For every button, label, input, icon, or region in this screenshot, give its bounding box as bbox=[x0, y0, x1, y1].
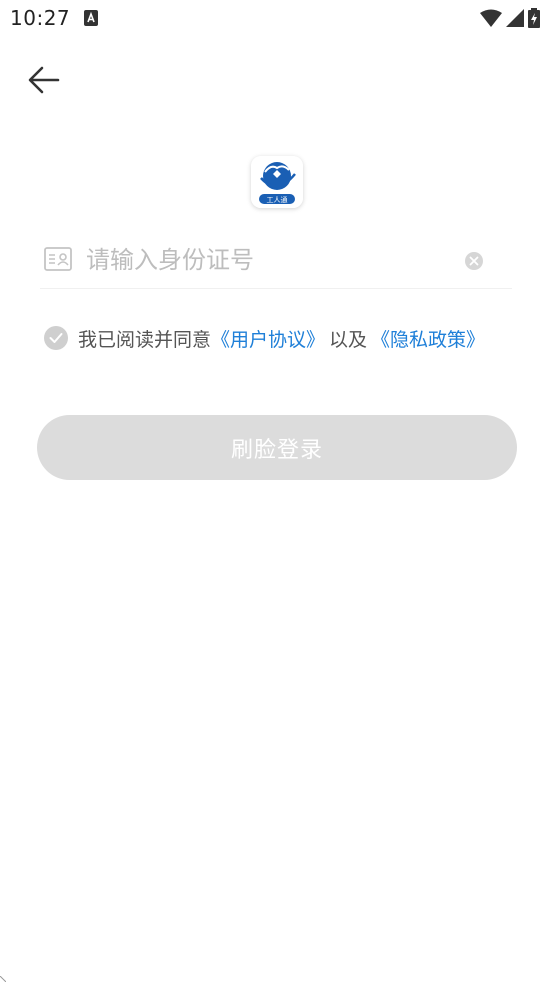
status-time: 10:27 bbox=[10, 6, 71, 30]
privacy-policy-link[interactable]: 《隐私政策》 bbox=[371, 325, 485, 352]
user-agreement-link[interactable]: 《用户协议》 bbox=[211, 325, 325, 352]
arrow-left-icon bbox=[28, 66, 60, 94]
agreement-row: 我已阅读并同意 《用户协议》 以及 《隐私政策》 bbox=[44, 322, 544, 354]
status-icons bbox=[480, 8, 540, 28]
battery-charging-icon bbox=[528, 8, 540, 28]
logo-text: 工人通 bbox=[267, 195, 288, 204]
id-number-input[interactable] bbox=[86, 240, 446, 280]
id-card-icon bbox=[44, 247, 72, 271]
corner-mark-icon bbox=[0, 976, 6, 982]
wifi-icon bbox=[480, 9, 502, 27]
agreement-checkbox[interactable] bbox=[44, 326, 68, 350]
id-number-field bbox=[40, 232, 512, 289]
check-icon bbox=[49, 333, 63, 343]
signal-icon bbox=[506, 9, 524, 27]
app-logo: 工人通 bbox=[251, 156, 303, 208]
notification-a-icon bbox=[84, 10, 98, 26]
face-login-button[interactable]: 刷脸登录 bbox=[37, 415, 517, 480]
status-bar: 10:27 bbox=[0, 0, 554, 38]
back-button[interactable] bbox=[22, 60, 66, 100]
app-logo-icon: 工人通 bbox=[251, 156, 303, 208]
agreement-prefix: 我已阅读并同意 bbox=[78, 328, 212, 351]
agreement-connector: 以及 bbox=[329, 328, 368, 351]
clear-circle-icon[interactable] bbox=[464, 251, 484, 271]
